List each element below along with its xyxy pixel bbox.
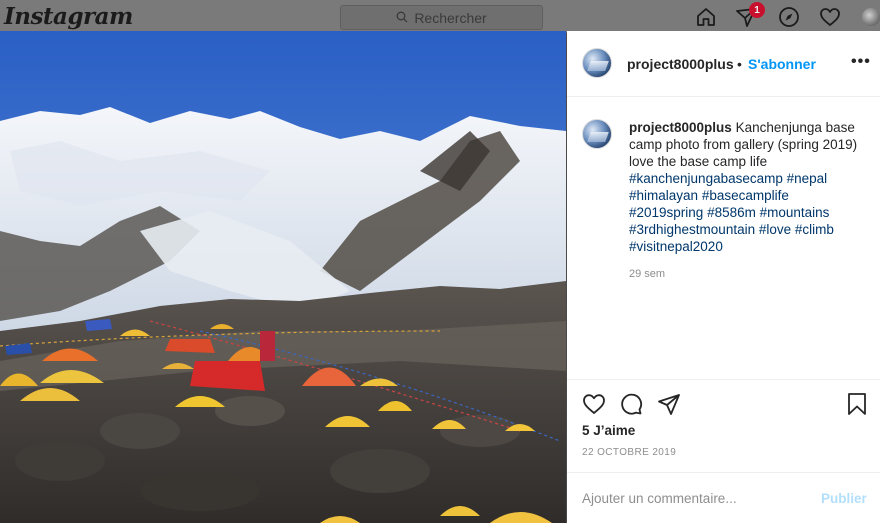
comment-bar: Publier [567, 472, 880, 523]
comment-input[interactable] [582, 491, 802, 506]
search-placeholder: Rechercher [414, 9, 487, 26]
comment-icon[interactable] [619, 392, 643, 416]
hashtag[interactable]: #mountains [760, 205, 830, 220]
search-icon [396, 10, 408, 26]
home-icon[interactable] [695, 6, 717, 28]
like-count[interactable]: 5 J’aime [582, 423, 635, 438]
notification-badge: 1 [749, 2, 765, 18]
hashtag[interactable]: #love [759, 222, 791, 237]
author-avatar[interactable] [582, 48, 612, 78]
search-box[interactable]: Rechercher [340, 5, 543, 30]
hashtag[interactable]: #3rdhighestmountain [629, 222, 755, 237]
author-username[interactable]: project8000plus [627, 56, 734, 72]
bookmark-icon[interactable] [845, 392, 869, 416]
post-caption: project8000plus Kanchenjunga base camp p… [629, 119, 869, 255]
post-photo[interactable] [0, 31, 566, 523]
heart-icon[interactable] [819, 6, 841, 28]
hashtag[interactable]: #visitnepal2020 [629, 239, 723, 254]
caption-username[interactable]: project8000plus [629, 120, 732, 135]
more-options-icon[interactable]: ••• [851, 53, 871, 71]
post-detail-panel: project8000plus • S'abonner ••• project8… [567, 31, 880, 523]
caption-avatar[interactable] [582, 119, 612, 149]
publish-button[interactable]: Publier [821, 491, 867, 506]
separator-dot: • [737, 56, 742, 72]
hashtag[interactable]: #8586m [707, 205, 756, 220]
top-navigation-bar: Instagram Rechercher 1 [0, 0, 880, 33]
post-header: project8000plus • S'abonner ••• [567, 31, 880, 97]
like-heart-icon[interactable] [582, 392, 606, 416]
caption-timestamp[interactable]: 29 sem [629, 268, 665, 280]
instagram-logo[interactable]: Instagram [4, 3, 133, 30]
post-actions: 5 J’aime 22 OCTOBRE 2019 Publier [567, 379, 880, 523]
hashtag[interactable]: #2019spring [629, 205, 703, 220]
share-icon[interactable] [657, 392, 681, 416]
hashtag[interactable]: #nepal [787, 171, 828, 186]
post-date[interactable]: 22 OCTOBRE 2019 [582, 447, 676, 458]
explore-icon[interactable] [778, 6, 800, 28]
hashtag[interactable]: #himalayan [629, 188, 698, 203]
profile-avatar[interactable] [862, 8, 880, 26]
follow-button[interactable]: S'abonner [748, 56, 816, 72]
base-camp-photo [0, 31, 566, 523]
hashtag[interactable]: #climb [795, 222, 834, 237]
hashtag[interactable]: #kanchenjungabasecamp [629, 171, 783, 186]
hashtag[interactable]: #basecamplife [702, 188, 789, 203]
